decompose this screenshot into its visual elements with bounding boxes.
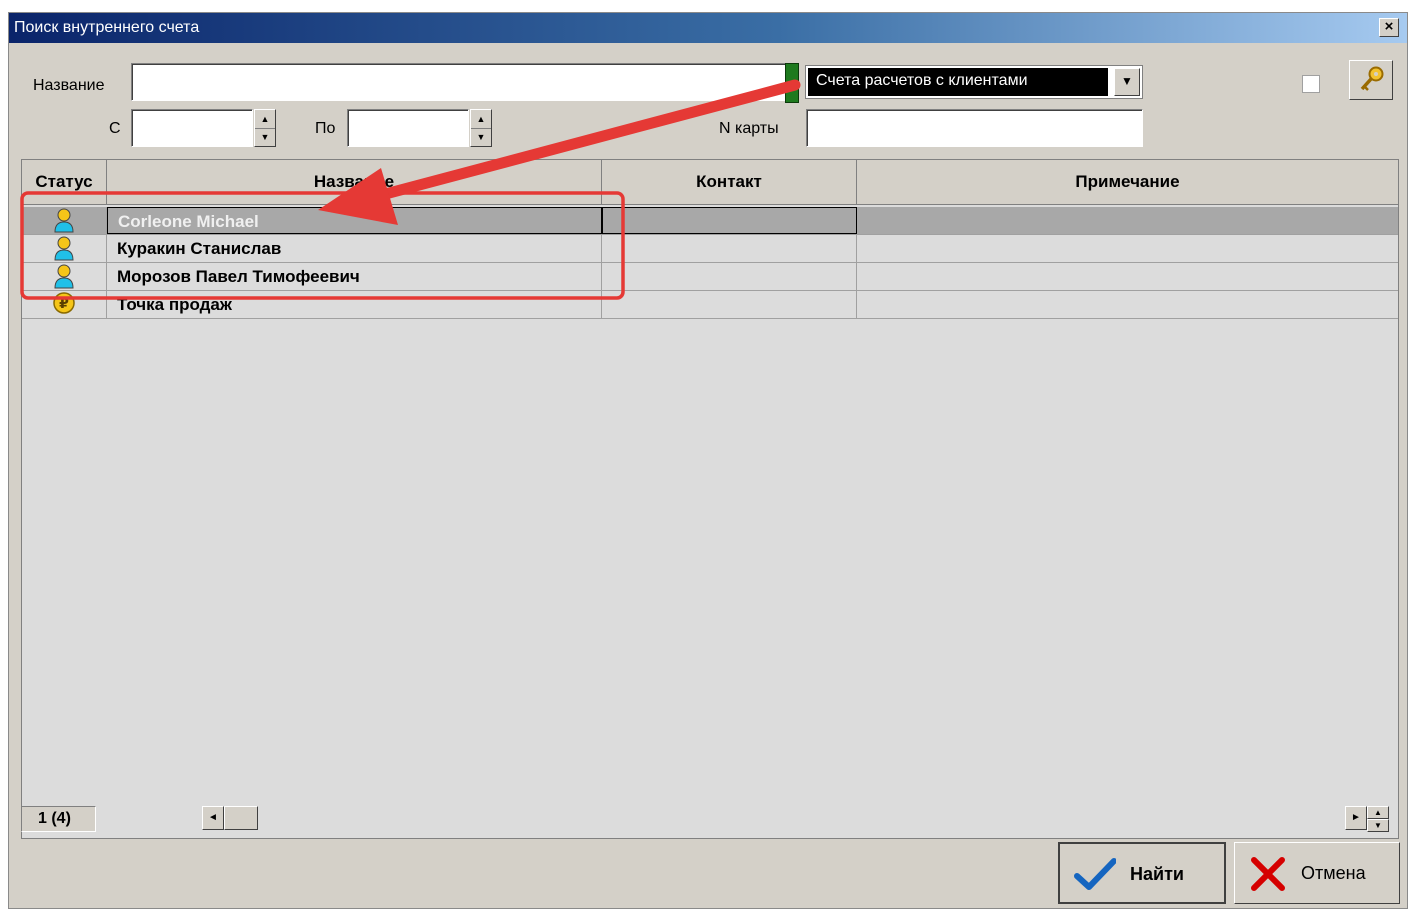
horizontal-scrollbar[interactable]: ◄ [202,806,266,832]
drag-handle[interactable] [785,63,799,103]
from-label: С [109,120,121,137]
account-type-value: Счета расчетов с клиентами [808,68,1108,96]
from-input[interactable] [131,109,253,147]
name-cell: Морозов Павел Тимофеевич [107,263,602,290]
spin-down-icon[interactable]: ▼ [1367,819,1389,832]
note-cell [857,291,1398,318]
table-row[interactable]: Куракин Станислав [22,235,1398,263]
page-spinner[interactable]: ▲ ▼ [1367,806,1391,832]
grid-header: Статус Название Контакт Примечание [22,160,1398,205]
name-input[interactable] [131,63,787,101]
find-button[interactable]: Найти [1058,842,1226,904]
status-cell [22,235,107,262]
window-title: Поиск внутреннего счета [14,19,200,36]
person-icon [54,208,74,233]
ruble-coin-icon: ₽ [53,292,75,314]
note-cell [857,263,1398,290]
column-note[interactable]: Примечание [857,160,1398,205]
contact-cell [602,207,857,234]
option-checkbox[interactable] [1302,75,1320,93]
table-row[interactable]: Морозов Павел Тимофеевич [22,263,1398,291]
cancel-button[interactable]: Отмена [1234,842,1400,904]
note-cell [857,207,1398,234]
status-cell [22,263,107,290]
name-cell: Точка продаж [107,291,602,318]
search-dialog: Поиск внутреннего счета × Название Счета… [8,12,1408,909]
spin-up-icon[interactable]: ▲ [1367,806,1389,819]
scroll-right-icon[interactable]: ► [1345,806,1367,830]
account-type-select[interactable]: Счета расчетов с клиентами ▼ [805,65,1143,99]
card-input[interactable] [806,109,1143,147]
to-label: По [315,120,336,137]
chevron-down-icon[interactable]: ▼ [1114,68,1140,96]
to-spinner[interactable]: ▲ ▼ [470,109,492,147]
person-icon [54,236,74,261]
spin-up-icon[interactable]: ▲ [471,110,491,129]
name-label: Название [33,77,105,94]
note-cell [857,235,1398,262]
table-row[interactable]: ₽ Точка продаж [22,291,1398,319]
svg-text:₽: ₽ [59,296,69,312]
person-icon [54,264,74,289]
key-icon [1360,66,1384,91]
key-button[interactable] [1349,60,1393,100]
table-row[interactable]: Corleone Michael [22,207,1398,235]
close-button[interactable]: × [1379,18,1399,37]
cancel-button-label: Отмена [1301,863,1366,883]
spin-up-icon[interactable]: ▲ [255,110,275,129]
find-button-label: Найти [1130,864,1184,884]
to-input[interactable] [347,109,469,147]
contact-cell [602,235,857,262]
status-cell: ₽ [22,291,107,318]
scroll-left-icon[interactable]: ◄ [202,806,224,830]
contact-cell [602,291,857,318]
status-cell [22,207,107,234]
title-bar: Поиск внутреннего счета × [9,13,1407,43]
page-info: 1 (4) [21,806,96,832]
from-spinner[interactable]: ▲ ▼ [254,109,276,147]
contact-cell [602,263,857,290]
spin-down-icon[interactable]: ▼ [471,128,491,146]
spin-down-icon[interactable]: ▼ [255,128,275,146]
close-x-icon [1251,857,1285,891]
card-label: N карты [719,120,779,137]
column-status[interactable]: Статус [22,160,107,205]
column-name[interactable]: Название [107,160,602,205]
name-cell: Corleone Michael [107,207,602,234]
checkmark-icon [1074,858,1116,890]
name-cell: Куракин Станислав [107,235,602,262]
scroll-thumb[interactable] [224,806,258,830]
column-contact[interactable]: Контакт [602,160,857,205]
accounts-grid: Статус Название Контакт Примечание Corle… [21,159,1399,839]
